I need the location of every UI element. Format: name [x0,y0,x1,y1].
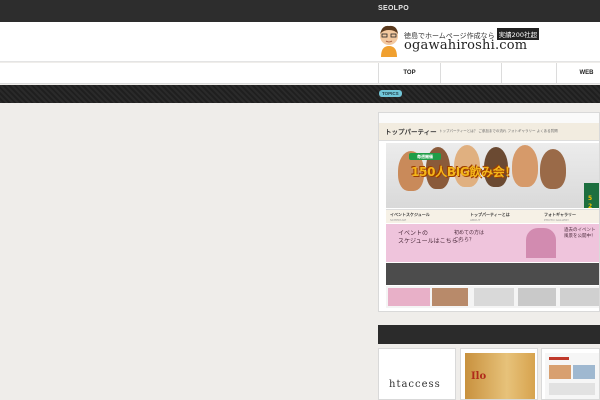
avatar-icon [380,25,398,57]
nav-item-web[interactable]: WEB [556,63,600,84]
pink-mid-line-2: こちら？ [454,237,475,243]
shot-thumbnails [386,286,599,308]
nav-item-3[interactable] [501,63,556,84]
shot-dark-overlay [386,263,599,285]
pink-mid-line-1: 初めての方は [454,230,485,236]
main-nav: TOP WEB [0,63,600,84]
col-sub-2: ABOUT [470,218,481,222]
thumbnail [474,288,514,306]
site-logo-text[interactable]: ogawahiroshi.com [404,38,527,53]
post-card-2[interactable]: Ilo [460,348,538,400]
topics-band [0,85,600,103]
nav-item-2[interactable] [440,63,501,84]
card-htaccess-text: htaccess [389,379,441,390]
hero-person [540,149,566,189]
shot-columns: イベントスケジュール SCHEDULE トップパーティーとは ABOUT フォト… [386,209,599,223]
col-sub-3: PHOTO GALLERY [544,218,569,222]
brand-label[interactable]: SEOLPO [378,5,409,12]
card-2-sign: Ilo [471,371,487,382]
side-num-1: 5 [588,195,593,202]
pink-mid-text: 初めての方は こちら？ [454,230,484,244]
card-3-photo [573,365,595,379]
thumbnail [388,288,430,306]
post-card-htaccess[interactable]: htaccess [378,348,456,400]
hero-side-text: 5 2 [588,195,592,208]
card-3-photo [549,365,571,379]
card-3-text-block [549,383,595,395]
post-card-3[interactable] [541,348,600,400]
thumbnail [518,288,556,306]
hero-banner-text: 150人BIG飲み会！ [411,165,517,179]
thumbnail [432,288,468,306]
col-sub-1: SCHEDULE [390,218,407,222]
shot-logo: トップパーティー [385,128,437,136]
shot-nav: トップパーティー トップパーティーとは？ ご参加までの流れ フォトギャラリー よ… [379,123,599,141]
shot-links: トップパーティーとは？ ご参加までの流れ フォトギャラリー よくある質問 [439,129,558,133]
site-header: 徳島でホームページ作成なら 実績200社超 ogawahiroshi.com [0,22,600,62]
thumbnail [560,288,599,306]
pink-right-line-2: 風景を公開中！ [564,234,596,239]
section-divider [378,325,600,344]
pink-right-text: 過去のイベント 風景を公開中！ [564,228,596,240]
pink-photo [526,228,556,258]
top-bar: SEOLPO [0,0,600,22]
featured-screenshot[interactable]: トップパーティー トップパーティーとは？ ご参加までの流れ フォトギャラリー よ… [378,112,600,312]
shot-top-strip [379,113,599,123]
side-num-2: 2 [588,203,593,208]
card-3-image [545,353,599,399]
nav-item-top[interactable]: TOP [378,63,440,84]
card-3-red-bar [549,357,569,360]
topics-label[interactable]: TOPICS [379,90,402,97]
hero-chip: 毎週開催 [409,153,441,160]
shot-pink-section: イベントの スケジュールはこちら！ 初めての方は こちら？ 過去のイベント 風景… [386,224,599,262]
